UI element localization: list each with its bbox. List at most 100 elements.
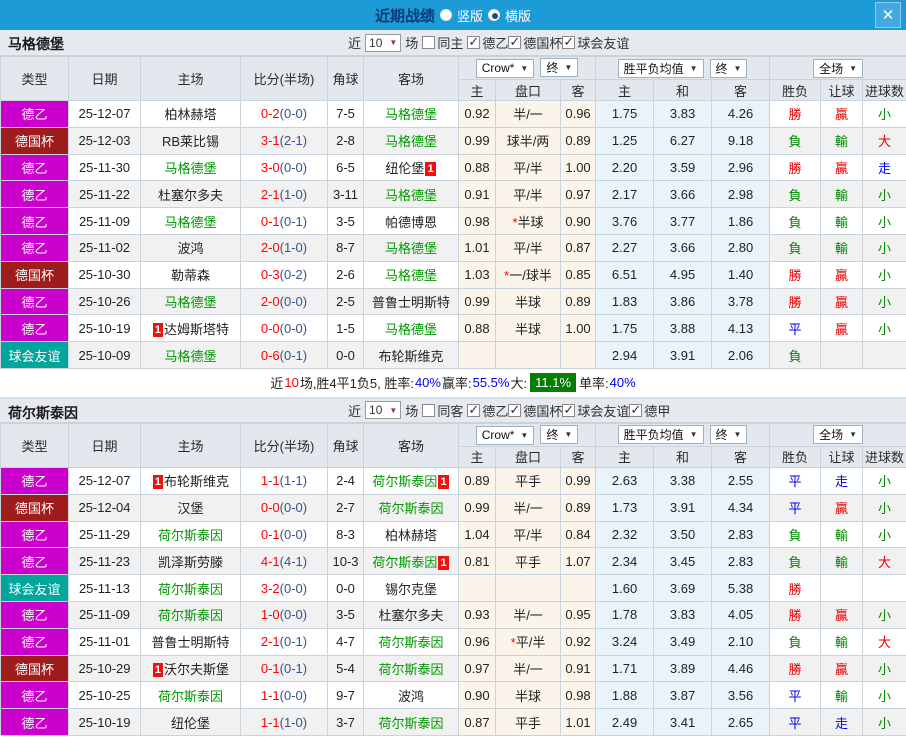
bookmaker-select[interactable]: Crow* ▼ xyxy=(475,58,535,78)
draw-avg-cell: 6.27 xyxy=(653,126,713,155)
league-checkbox-德乙[interactable]: 德乙 xyxy=(467,401,508,420)
win-avg-cell: 1.71 xyxy=(595,654,655,683)
league-checkbox-德国杯[interactable]: 德国杯 xyxy=(508,401,562,420)
fulltime-score: 3-0 xyxy=(260,159,280,175)
final-odds-select[interactable]: 终 ▼ xyxy=(540,58,579,78)
win-avg-cell: 1.78 xyxy=(595,600,655,629)
away-team-cell: 纽伦堡 1 xyxy=(363,153,459,182)
chevron-down-icon: ▼ xyxy=(689,63,698,73)
halftime-score: (0-1) xyxy=(279,634,308,650)
corner-cell: 2-4 xyxy=(327,466,364,495)
league-checkbox-球会友谊[interactable]: 球会友谊 xyxy=(562,401,629,420)
away-team-cell: 马格德堡 xyxy=(363,100,459,128)
same-venue-checkbox[interactable]: 同主 xyxy=(422,33,463,52)
away-team-name: 布轮斯维克 xyxy=(378,348,444,364)
home-odds-cell: 0.97 xyxy=(458,654,496,683)
fulltime-score: 3-2 xyxy=(260,580,280,596)
close-icon[interactable]: ✕ xyxy=(875,2,901,28)
match-row: 德乙 25-10-19 1 达姆斯塔特 0-0(0-0) 1-5 马格德堡 0.88 半球 1.0… xyxy=(0,314,906,343)
league-label: 德甲 xyxy=(644,403,671,419)
lose-avg-cell: 2.55 xyxy=(711,466,771,495)
fulltime-select[interactable]: 全场 ▼ xyxy=(813,425,864,445)
league-checkbox-德乙[interactable]: 德乙 xyxy=(467,33,508,52)
checkbox-icon xyxy=(422,403,436,417)
away-team-name: 荷尔斯泰因 xyxy=(378,501,444,517)
league-checkbox-德国杯[interactable]: 德国杯 xyxy=(508,33,562,52)
handicap-value: 半/一 xyxy=(513,661,543,677)
league-checkbox-德甲[interactable]: 德甲 xyxy=(629,401,670,420)
home-team-name: 布轮斯维克 xyxy=(164,474,230,490)
match-date: 25-11-23 xyxy=(68,547,141,576)
score-cell: 3-1(2-1) xyxy=(240,126,328,155)
bookmaker-select[interactable]: Crow* ▼ xyxy=(475,425,535,445)
corner-cell: 5-4 xyxy=(327,654,364,683)
home-team-name: RB莱比锡 xyxy=(161,134,220,150)
vertical-layout-label[interactable]: 竖版 xyxy=(457,6,483,25)
vertical-layout-radio[interactable] xyxy=(439,9,452,21)
avg-select[interactable]: 胜平负均值 ▼ xyxy=(617,58,704,78)
column-header-type: 类型 xyxy=(0,422,69,468)
home-odds-cell: 0.89 xyxy=(458,466,496,495)
lose-avg-cell: 2.83 xyxy=(711,520,771,549)
summary-text: 单率: xyxy=(579,376,609,392)
goals-result-cell: 小 xyxy=(862,180,906,209)
away-team-cell: 锡尔克堡 xyxy=(363,574,459,602)
match-row: 德国杯 25-10-29 1 沃尔夫斯堡 0-1(0-1) 5-4 荷尔斯泰因 0.97 半/一… xyxy=(0,654,906,683)
fulltime-select[interactable]: 全场 ▼ xyxy=(813,58,864,78)
same-venue-checkbox[interactable]: 同客 xyxy=(422,401,463,420)
subheader-goals-result: 进球数 xyxy=(862,445,906,468)
column-header-away: 客场 xyxy=(363,56,459,101)
away-odds-cell: 0.89 xyxy=(559,126,597,155)
chevron-down-icon: ▼ xyxy=(849,430,858,440)
corner-cell: 1-5 xyxy=(327,314,364,343)
away-team-name: 普鲁士明斯特 xyxy=(371,294,450,310)
goals-result-cell: 大 xyxy=(862,627,906,656)
match-row: 德国杯 25-12-03 RB莱比锡 3-1(2-1) 2-8 马格德堡 0.99 球半/两 0… xyxy=(0,126,906,155)
match-row: 德乙 25-11-30 马格德堡 3-0(0-0) 6-5 纽伦堡 1 0.88 平/半 1.00… xyxy=(0,153,906,182)
halftime-score: (0-0) xyxy=(279,687,308,703)
away-team-cell: 荷尔斯泰因 1 xyxy=(363,547,459,576)
away-team-name: 纽伦堡 xyxy=(385,160,425,176)
subheader-result: 胜负 xyxy=(769,445,822,468)
league-type-cell: 德乙 xyxy=(0,547,69,576)
result-cell: 勝 xyxy=(769,600,822,629)
corner-cell: 2-7 xyxy=(327,493,364,522)
away-team-name: 柏林赫塔 xyxy=(384,527,437,543)
summary-text: 40% xyxy=(414,375,441,391)
score-cell: 4-1(4-1) xyxy=(240,547,328,576)
summary-text: 10 xyxy=(284,375,299,391)
subheader-win-avg: 主 xyxy=(595,79,655,101)
match-count-select[interactable]: 10 ▼ xyxy=(365,33,402,52)
home-team-cell: 马格德堡 xyxy=(140,207,241,235)
horizontal-layout-label[interactable]: 横版 xyxy=(505,6,531,25)
home-team-cell: 凯泽斯劳滕 xyxy=(140,547,241,576)
fulltime-score: 2-0 xyxy=(260,293,280,309)
goals-result-cell xyxy=(862,574,906,602)
corner-cell: 8-3 xyxy=(327,520,364,549)
handicap-result-cell xyxy=(820,574,864,602)
avg-select[interactable]: 胜平负均值 ▼ xyxy=(617,425,704,445)
away-odds-cell: 1.00 xyxy=(559,153,597,182)
match-row: 德乙 25-11-02 波鸿 2-0(1-0) 8-7 马格德堡 1.01 平/半 0.87 2.… xyxy=(0,233,906,262)
final-avg-select[interactable]: 终 ▼ xyxy=(709,425,748,445)
handicap-cell: 半/一 xyxy=(495,600,561,629)
draw-avg-cell: 3.41 xyxy=(653,708,713,736)
final-avg-select[interactable]: 终 ▼ xyxy=(709,58,748,78)
fulltime-group-header: 全场 ▼ xyxy=(769,56,906,80)
win-avg-cell: 1.60 xyxy=(595,574,655,602)
section-header: 荷尔斯泰因 近 10▼ 场 同客 德乙德国杯球会友谊德甲 xyxy=(0,396,906,423)
rank-badge: 1 xyxy=(152,662,164,677)
league-type-cell: 球会友谊 xyxy=(0,341,69,369)
match-row: 德乙 25-11-29 荷尔斯泰因 0-1(0-0) 8-3 柏林赫塔 1.04 平/半 0.8… xyxy=(0,520,906,549)
match-count-select[interactable]: 10 ▼ xyxy=(365,401,402,420)
league-checkbox-球会友谊[interactable]: 球会友谊 xyxy=(562,33,629,52)
league-type-cell: 德乙 xyxy=(0,287,69,316)
final-odds-select[interactable]: 终 ▼ xyxy=(540,425,579,445)
match-date: 25-10-29 xyxy=(68,654,141,683)
column-header-corner: 角球 xyxy=(327,422,364,468)
goals-result-cell: 大 xyxy=(862,126,906,155)
away-team-cell: 荷尔斯泰因 xyxy=(363,627,459,656)
horizontal-layout-radio[interactable] xyxy=(488,9,500,21)
win-avg-cell: 2.20 xyxy=(595,153,655,182)
handicap-cell: *平/半 xyxy=(495,627,561,656)
